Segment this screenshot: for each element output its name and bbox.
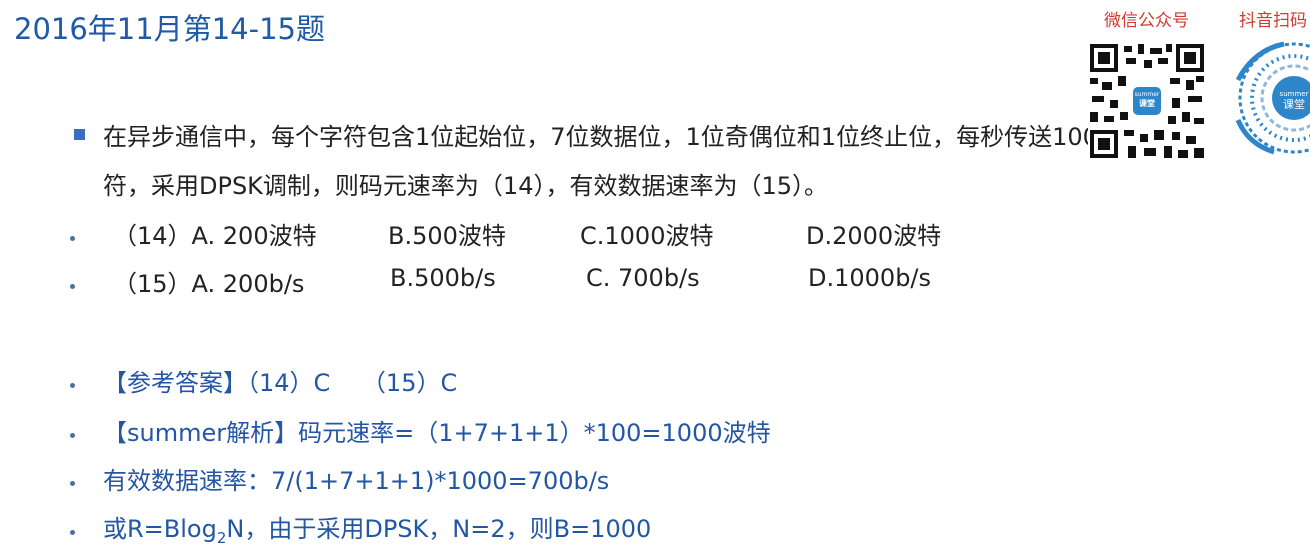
question-line-1: 在异步通信中，每个字符包含1位起始位，7位数据位，1位奇偶位和1位终止位，每秒传… [103, 123, 1146, 151]
question-line-2: 符，采用DPSK调制，则码元速率为（14），有效数据速率为（15）。 [103, 172, 829, 200]
summer-logo-icon: summer 课堂 [1133, 87, 1161, 115]
reference-answer: 【参考答案】（14）C （15）C [103, 369, 458, 397]
logo-small-text: summer [1134, 91, 1160, 98]
douyin-logo-small: summer [1280, 90, 1309, 98]
slide-title: 2016年11月第14-15题 [14, 12, 325, 46]
formula-line: 或R=Blog2N，由于采用DPSK，N=2，则B=1000 [103, 509, 651, 547]
option-14-c: C.1000波特 [580, 222, 714, 250]
option-15-c: C. 700b/s [586, 264, 700, 292]
effective-rate-line: 有效数据速率：7/(1+7+1+1)*1000=700b/s [103, 467, 610, 495]
bullet-dot-icon [70, 481, 75, 486]
bullet-dot-icon [70, 284, 75, 289]
logo-big-text: 课堂 [1139, 99, 1155, 108]
option-15-d: D.1000b/s [808, 264, 932, 292]
option-15-a: （15）A. 200b/s [113, 270, 305, 298]
option-14-d: D.2000波特 [806, 222, 942, 250]
douyin-logo-big: 课堂 [1283, 98, 1305, 111]
bullet-dot-icon [70, 383, 75, 388]
option-15-b: B.500b/s [390, 264, 496, 292]
square-bullet-icon [74, 129, 85, 140]
bullet-dot-icon [70, 530, 75, 535]
bullet-dot-icon [70, 433, 75, 438]
bullet-dot-icon [70, 236, 75, 241]
wechat-label: 微信公众号 [1104, 11, 1189, 31]
option-14-a: （14）A. 200波特 [113, 222, 317, 250]
douyin-qr-code[interactable]: summer 课堂 [1234, 40, 1310, 158]
douyin-code-icon: summer 课堂 [1235, 41, 1310, 155]
formula-post: N，由于采用DPSK，N=2，则B=1000 [226, 515, 652, 543]
formula-subscript: 2 [216, 528, 227, 547]
wechat-qr-code[interactable]: summer 课堂 [1088, 42, 1206, 160]
analysis-line: 【summer解析】码元速率=（1+7+1+1）*100=1000波特 [103, 419, 771, 447]
douyin-label: 抖音扫码 [1239, 11, 1307, 31]
option-14-b: B.500波特 [388, 222, 506, 250]
formula-pre: 或R=Blog [103, 515, 217, 543]
